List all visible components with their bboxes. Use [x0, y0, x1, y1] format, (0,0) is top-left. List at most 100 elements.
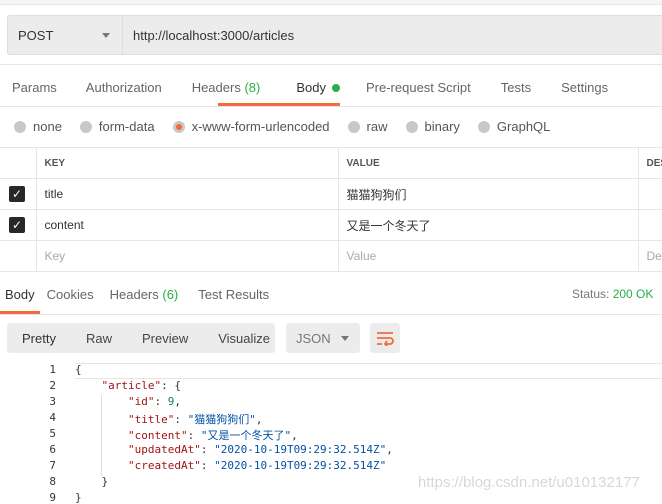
- divider: [0, 314, 662, 315]
- code-line: "article": {: [101, 379, 181, 392]
- table-row: ✓ title 猫猫狗狗们: [0, 178, 662, 210]
- checkbox-checked-icon[interactable]: ✓: [9, 217, 25, 233]
- wrap-lines-button[interactable]: [370, 323, 400, 353]
- json-token: "猫猫狗狗们": [187, 413, 256, 426]
- tab-test-results[interactable]: Test Results: [184, 287, 275, 302]
- code-line: "title": "猫猫狗狗们",: [127, 413, 263, 426]
- checkbox-checked-icon[interactable]: ✓: [9, 186, 25, 202]
- radio-binary[interactable]: binary: [405, 119, 460, 134]
- radio-graphql[interactable]: GraphQL: [477, 119, 551, 134]
- key-cell[interactable]: title: [35, 178, 339, 210]
- description-cell[interactable]: [637, 178, 662, 210]
- radio-icon: [405, 120, 418, 133]
- tab-headers[interactable]: Headers (8): [174, 80, 273, 104]
- json-token: "2020-10-19T09:29:32.514Z": [214, 459, 387, 472]
- radio-label: raw: [366, 119, 388, 134]
- tab-pre-request-script[interactable]: Pre-request Script: [352, 80, 483, 104]
- radio-label: binary: [424, 119, 460, 134]
- chevron-down-icon: [102, 33, 110, 38]
- line-number: 6: [49, 443, 56, 456]
- count-badge: (6): [162, 287, 179, 302]
- header-check: [0, 147, 37, 179]
- line-number: 2: [49, 379, 56, 392]
- json-token: "content": [127, 429, 188, 442]
- table-header: KEYVALUEDES: [0, 147, 662, 179]
- table-row-new: Key Value De: [0, 240, 662, 272]
- view-mode-group: Pretty Raw Preview Visualize: [7, 323, 275, 353]
- radio-label: form-data: [98, 119, 155, 134]
- check-cell: [0, 240, 37, 272]
- view-visualize[interactable]: Visualize: [203, 331, 285, 346]
- status-value: 200 OK: [612, 287, 654, 301]
- count-badge: (8): [244, 80, 261, 95]
- radio-none[interactable]: none: [14, 119, 62, 134]
- radio-selected-icon: [172, 120, 185, 133]
- chevron-down-icon: [340, 335, 349, 341]
- view-raw[interactable]: Raw: [71, 331, 127, 346]
- radio-label: none: [33, 119, 62, 134]
- url-bar: POST http://localhost:3000/articles: [7, 15, 662, 55]
- json-token: "title": [127, 413, 175, 426]
- radio-raw[interactable]: raw: [347, 119, 388, 134]
- table-row: ✓ content 又是一个冬天了: [0, 209, 662, 241]
- line-number: 7: [49, 459, 56, 472]
- method-label: POST: [18, 27, 54, 43]
- code-line: "updatedAt": "2020-10-19T09:29:32.514Z",: [127, 443, 393, 456]
- code-line: "createdAt": "2020-10-19T09:29:32.514Z": [127, 459, 387, 472]
- tab-authorization[interactable]: Authorization: [69, 80, 174, 104]
- radio-label: x-www-form-urlencoded: [191, 119, 330, 134]
- description-cell[interactable]: [637, 209, 662, 241]
- description-input[interactable]: De: [637, 240, 662, 272]
- code-line: "content": "又是一个冬天了",: [127, 429, 298, 442]
- format-select[interactable]: JSON: [286, 323, 360, 353]
- tab-body[interactable]: Body: [272, 80, 352, 104]
- watermark: https://blog.csdn.net/u010132177: [418, 474, 640, 491]
- code-line: {: [75, 363, 82, 376]
- wrap-icon: [377, 332, 394, 346]
- tab-params[interactable]: Params: [0, 80, 69, 104]
- header-key: KEY: [35, 147, 339, 179]
- method-select[interactable]: POST: [8, 16, 123, 54]
- radio-label: GraphQL: [496, 119, 551, 134]
- divider: [0, 106, 662, 107]
- radio-x-www-form-urlencoded[interactable]: x-www-form-urlencoded: [172, 119, 330, 134]
- radio-form-data[interactable]: form-data: [79, 119, 155, 134]
- tab-response-body[interactable]: Body: [0, 287, 41, 302]
- key-cell[interactable]: content: [35, 209, 339, 241]
- request-tabs: Params Authorization Headers (8) Body Pr…: [0, 80, 620, 104]
- radio-icon: [79, 120, 92, 133]
- json-token: "updatedAt": [127, 443, 201, 456]
- view-pretty[interactable]: Pretty: [7, 331, 71, 346]
- json-token: "createdAt": [127, 459, 201, 472]
- code-line: }: [75, 475, 109, 488]
- value-cell[interactable]: 猫猫狗狗们: [337, 178, 639, 210]
- check-cell: ✓: [0, 209, 37, 241]
- tab-label: Body: [296, 80, 326, 95]
- check-cell: ✓: [0, 178, 37, 210]
- modified-dot-icon: [331, 84, 340, 92]
- tab-settings[interactable]: Settings: [543, 80, 620, 104]
- radio-icon: [477, 120, 490, 133]
- radio-icon: [14, 120, 26, 133]
- key-input[interactable]: Key: [35, 240, 339, 272]
- top-band: [0, 0, 662, 5]
- response-tabs: Body Cookies Headers (6) Test Results: [0, 287, 275, 302]
- radio-icon: [347, 120, 360, 133]
- tab-label: Headers: [109, 287, 159, 302]
- tab-tests[interactable]: Tests: [483, 80, 543, 104]
- header-description: DES: [637, 147, 662, 179]
- format-label: JSON: [296, 330, 331, 346]
- body-type-radios: none form-data x-www-form-urlencoded raw…: [14, 119, 568, 134]
- value-input[interactable]: Value: [337, 240, 639, 272]
- code-line: }: [75, 491, 82, 504]
- url-input[interactable]: http://localhost:3000/articles: [123, 28, 294, 43]
- line-number: 5: [49, 427, 56, 440]
- tab-response-headers[interactable]: Headers (6): [100, 287, 185, 302]
- tab-label: Headers: [191, 80, 241, 95]
- value-cell[interactable]: 又是一个冬天了: [337, 209, 639, 241]
- view-preview[interactable]: Preview: [127, 331, 203, 346]
- line-number: 9: [49, 491, 56, 504]
- status-label: Status:: [572, 287, 610, 301]
- line-number: 4: [49, 411, 56, 424]
- tab-cookies[interactable]: Cookies: [41, 287, 100, 302]
